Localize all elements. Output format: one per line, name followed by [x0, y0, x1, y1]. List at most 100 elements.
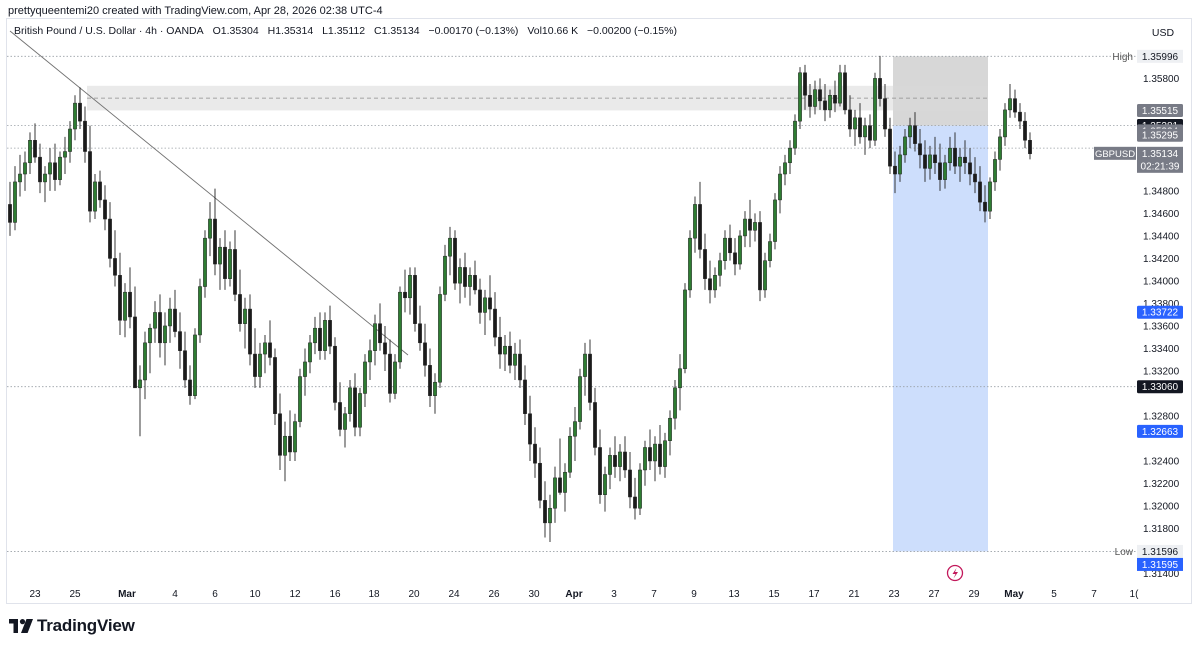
candle-body — [353, 387, 357, 428]
tradingview-logo-icon — [9, 619, 33, 633]
candle-body — [798, 72, 802, 122]
candle-body — [328, 320, 332, 347]
candle-body — [33, 140, 37, 158]
candle-body — [863, 125, 867, 138]
candle-body — [428, 365, 432, 396]
candle-body — [963, 156, 967, 164]
candle-body — [298, 376, 302, 422]
candle-body — [323, 320, 327, 351]
candle-body — [668, 417, 672, 441]
y-axis-tick-label: 1.33600 — [1143, 321, 1180, 332]
x-axis-tick-label: 25 — [69, 589, 81, 600]
candle-body — [13, 181, 17, 223]
candle-body — [508, 345, 512, 366]
price-tag-label: 1.35515 — [1142, 106, 1179, 117]
x-axis-tick-label: 24 — [448, 589, 460, 600]
candle-body — [268, 342, 272, 358]
candle-body — [203, 237, 207, 287]
y-axis-tick-label: 1.34200 — [1143, 254, 1180, 265]
candle-body — [158, 312, 162, 344]
candle-body — [823, 100, 827, 111]
candle-body — [463, 267, 467, 287]
candle-body — [593, 402, 597, 448]
candle-body — [308, 342, 312, 363]
candle-body — [533, 443, 537, 464]
candle-body — [383, 342, 387, 355]
candle-body — [23, 162, 27, 175]
candle-body — [73, 102, 77, 130]
low-value-2: 1.31595 — [1142, 560, 1179, 571]
candle-body — [653, 443, 657, 462]
x-axis-tick-label: May — [1004, 589, 1024, 600]
candle-body — [238, 294, 242, 324]
candlestick-chart[interactable]: 1.35800 1.34800 1.34600 1.34400 1.34200 1.340… — [0, 0, 1200, 648]
candle-body — [343, 413, 347, 430]
y-axis-tick-label: 1.35800 — [1143, 74, 1180, 85]
candle-body — [828, 95, 832, 111]
candle-body — [558, 477, 562, 493]
candle-body — [753, 222, 757, 231]
y-axis-tick-label: 1.32000 — [1143, 501, 1180, 512]
candle-body — [978, 181, 982, 203]
candle-body — [68, 128, 72, 152]
candle-body — [608, 455, 612, 475]
candle-body — [78, 102, 82, 122]
brand-name: TradingView — [37, 616, 135, 635]
candle-body — [703, 249, 707, 279]
candle-body — [588, 353, 592, 403]
candle-body — [513, 353, 517, 366]
candle-body — [123, 291, 127, 321]
candle-body — [768, 241, 772, 261]
candle-body — [488, 297, 492, 310]
candle-body — [63, 151, 67, 158]
x-axis-tick-label: Mar — [118, 589, 136, 600]
lightning-icon[interactable] — [946, 564, 964, 582]
y-axis-tick-label: 1.32800 — [1143, 411, 1180, 422]
candle-body — [773, 199, 777, 242]
candle-body — [618, 451, 622, 467]
candle-body — [698, 204, 702, 250]
low-value: 1.31596 — [1142, 547, 1179, 558]
candle-body — [888, 128, 892, 167]
candle-body — [808, 95, 812, 107]
candle-body — [38, 156, 42, 183]
candle-body — [208, 218, 212, 239]
x-axis-tick-label: 9 — [691, 589, 697, 600]
candle-body — [368, 350, 372, 363]
take-profit-zone — [893, 125, 988, 552]
candle-body — [468, 275, 472, 287]
candle-body — [278, 413, 282, 456]
candle-body — [28, 140, 32, 164]
candle-body — [818, 89, 822, 102]
y-axis-tick-label: 1.32200 — [1143, 479, 1180, 490]
candle-body — [518, 353, 522, 381]
candle-body — [933, 154, 937, 164]
candle-body — [568, 435, 572, 473]
candle-body — [418, 323, 422, 344]
x-axis-tick-label: 16 — [329, 589, 341, 600]
candle-body — [583, 353, 587, 377]
candle-body — [108, 218, 112, 259]
x-axis-tick-label: 26 — [488, 589, 500, 600]
candle-body — [908, 125, 912, 138]
candle-body — [493, 308, 497, 338]
tradingview-logo[interactable]: TradingView — [9, 616, 135, 636]
price-tag-label: 1.33060 — [1142, 382, 1179, 393]
candle-body — [258, 353, 262, 377]
candle-body — [733, 252, 737, 265]
candle-body — [1018, 111, 1022, 122]
candle-body — [58, 156, 62, 180]
candle-body — [803, 72, 807, 96]
candle-body — [598, 447, 602, 495]
candle-body — [453, 237, 457, 284]
candle-body — [433, 381, 437, 396]
candle-body — [613, 455, 617, 467]
candle-body — [623, 451, 627, 471]
x-axis-tick-label: 3 — [611, 589, 617, 600]
candle-body — [573, 421, 577, 437]
price-tag-label: 1.32663 — [1142, 427, 1179, 438]
candle-body — [443, 255, 447, 295]
x-axis-tick-label: 13 — [728, 589, 740, 600]
candle-body — [1023, 120, 1027, 141]
candle-body — [478, 289, 482, 313]
